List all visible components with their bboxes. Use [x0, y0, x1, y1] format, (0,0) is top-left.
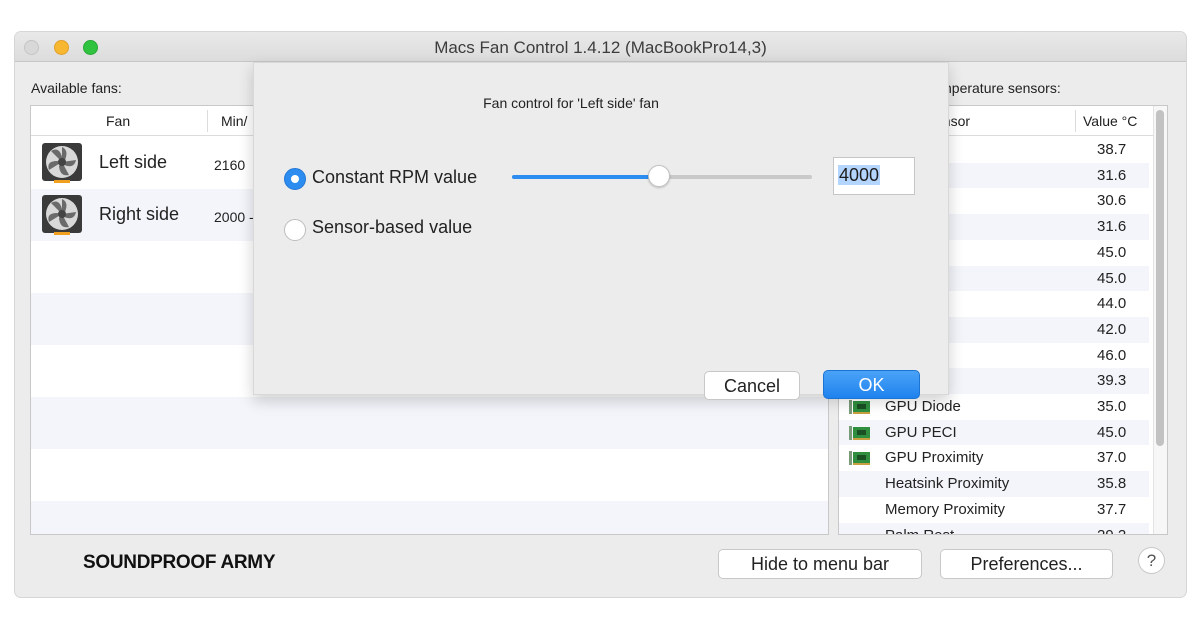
- table-row: [31, 397, 828, 449]
- window-title: Macs Fan Control 1.4.12 (MacBookPro14,3): [434, 38, 767, 57]
- available-fans-label: Available fans:: [31, 80, 122, 96]
- rpm-value-field[interactable]: 4000: [833, 157, 915, 195]
- help-button[interactable]: ?: [1138, 547, 1165, 574]
- fan-control-dialog: Fan control for 'Left side' fan Constant…: [253, 62, 949, 400]
- title-bar[interactable]: Macs Fan Control 1.4.12 (MacBookPro14,3): [15, 32, 1186, 62]
- sensors-scrollbar[interactable]: [1153, 106, 1167, 534]
- sensor-value: 38.7: [1097, 141, 1127, 158]
- gpu-chip-icon: [849, 400, 870, 414]
- sensor-value: 46.0: [1097, 346, 1127, 364]
- sensor-row[interactable]: Heatsink Proximity 35.8: [839, 471, 1149, 497]
- fan-name: Left side: [99, 152, 168, 172]
- sensor-row[interactable]: GPU PECI 45.0: [839, 419, 1149, 446]
- sensor-row[interactable]: GPU Proximity 37.0: [839, 445, 1149, 471]
- brand-watermark: SOUNDPROOF ARMY: [83, 552, 276, 573]
- sensor-value: 45.0: [1097, 269, 1127, 287]
- sensor-name: GPU Diode: [885, 398, 961, 415]
- sensor-value: 39.3: [1097, 372, 1127, 390]
- cancel-button[interactable]: Cancel: [704, 371, 800, 400]
- column-separator: [207, 110, 208, 132]
- sensor-value: 42.0: [1097, 320, 1127, 338]
- fan-column-header[interactable]: Fan: [106, 113, 130, 129]
- sensor-row[interactable]: Palm Rest 29.2: [839, 522, 1149, 535]
- rpm-value-text: 4000: [838, 165, 881, 185]
- value-column-header[interactable]: Value °C: [1083, 113, 1137, 129]
- fan-name: Right side: [99, 204, 180, 224]
- rpm-slider-knob[interactable]: [648, 165, 670, 187]
- min-column-header[interactable]: Min/: [221, 113, 247, 129]
- fan-icon: [42, 143, 82, 183]
- sensor-value: 29.2: [1097, 526, 1127, 535]
- sensor-value: 45.0: [1097, 423, 1127, 441]
- gpu-chip-icon: [849, 451, 870, 466]
- sensor-value: 35.0: [1097, 398, 1127, 415]
- temperature-sensors-label: nperature sensors:: [944, 80, 1061, 96]
- sensor-based-radio[interactable]: [284, 219, 306, 241]
- sensor-name: Heatsink Proximity: [885, 475, 1010, 493]
- table-row: [31, 449, 828, 501]
- sensor-value: 44.0: [1097, 295, 1127, 313]
- sensor-name: GPU Proximity: [885, 449, 984, 467]
- sensor-value: 45.0: [1097, 243, 1127, 261]
- constant-rpm-label[interactable]: Constant RPM value: [312, 167, 477, 188]
- scrollbar-thumb[interactable]: [1156, 110, 1164, 446]
- constant-rpm-radio[interactable]: [284, 168, 306, 190]
- column-separator: [1075, 110, 1076, 132]
- rpm-slider-fill: [512, 175, 659, 179]
- sensor-value: 30.6: [1097, 192, 1127, 210]
- hide-to-menu-bar-button[interactable]: Hide to menu bar: [718, 549, 922, 579]
- sensor-row[interactable]: Memory Proximity 37.7: [839, 497, 1149, 523]
- sensor-name: Memory Proximity: [885, 500, 1006, 518]
- sensor-value: 31.6: [1097, 218, 1127, 236]
- sensor-based-label[interactable]: Sensor-based value: [312, 217, 472, 238]
- fan-min-rpm: 2000 -: [214, 209, 254, 225]
- sensor-name: Palm Rest: [885, 526, 955, 535]
- fan-icon: [42, 195, 82, 235]
- preferences-button[interactable]: Preferences...: [940, 549, 1113, 579]
- dialog-title: Fan control for 'Left side' fan: [483, 95, 659, 111]
- sensor-value: 37.7: [1097, 500, 1127, 518]
- sensor-value: 31.6: [1097, 166, 1127, 184]
- fan-min-rpm: 2160: [214, 157, 246, 173]
- sensor-value: 35.8: [1097, 475, 1127, 493]
- sensor-value: 37.0: [1097, 449, 1127, 467]
- table-row: [31, 501, 828, 534]
- gpu-chip-icon: [849, 425, 870, 440]
- app-window: Macs Fan Control 1.4.12 (MacBookPro14,3)…: [15, 32, 1186, 597]
- sensor-name: GPU PECI: [885, 423, 957, 441]
- ok-button[interactable]: OK: [823, 370, 920, 399]
